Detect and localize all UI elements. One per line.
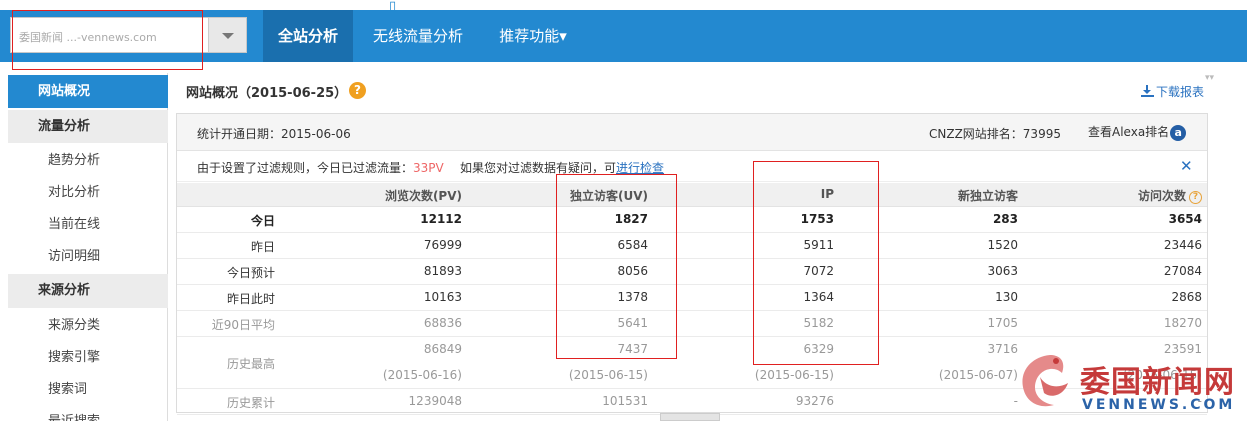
record-date: (2015-06-16)	[382, 368, 462, 382]
table-row: 今日 12112 1827 1753 283 3654	[177, 207, 1207, 233]
table-cell: 76999	[423, 238, 462, 252]
top-strip	[0, 0, 1247, 10]
sidebar-item-recent-search[interactable]: 最近搜索	[8, 406, 168, 421]
table-cell: 130	[995, 290, 1018, 304]
table-cell: 10163	[423, 290, 462, 304]
help-icon[interactable]: ?	[349, 82, 366, 99]
table-cell: 1239048	[408, 394, 462, 408]
vennews-watermark: 委国新闻网 VENNEWS.COM	[1010, 345, 1247, 421]
alexa-icon: a	[1170, 125, 1187, 141]
table-row: 昨日 76999 6584 5911 1520 23446	[177, 233, 1207, 259]
sidebar-item-search-word[interactable]: 搜索词	[8, 374, 168, 406]
sidebar-group-traffic[interactable]: 流量分析	[8, 110, 168, 143]
table-row: 昨日此时 10163 1378 1364 130 2868	[177, 285, 1207, 311]
alexa-rank-label: 查看Alexa排名	[1088, 125, 1170, 139]
table-cell: 1520	[987, 238, 1018, 252]
sidebar-item-source-category[interactable]: 来源分类	[8, 310, 168, 342]
table-cell: 2868	[1171, 290, 1202, 304]
sidebar-item-overview[interactable]: 网站概况	[8, 75, 168, 108]
page-title: 网站概况（2015-06-25）	[186, 86, 348, 101]
table-cell: 23446	[1163, 238, 1202, 252]
filter-notice: 由于设置了过滤规则，今日已过滤流量：33PV 如果您对过滤数据有疑问，可进行检查…	[177, 152, 1207, 182]
sidebar-item-search-engine[interactable]: 搜索引擎	[8, 342, 168, 374]
table-cell: 3063	[987, 264, 1018, 278]
table-cell: 12112	[420, 212, 462, 226]
tab-wireless-traffic[interactable]: 无线流量分析	[357, 10, 479, 62]
sidebar-item-compare[interactable]: 对比分析	[8, 177, 168, 209]
close-icon[interactable]: ✕	[1180, 157, 1193, 175]
col-header-pv: 浏览次数(PV)	[384, 189, 462, 203]
record-date: (2015-06-07)	[938, 368, 1018, 382]
annotation-box-site	[12, 10, 203, 70]
annotation-box-ip	[753, 161, 879, 365]
row-label: 昨日	[250, 240, 275, 254]
row-label: 昨日此时	[226, 292, 275, 306]
col-header-new-uv: 新独立访客	[957, 189, 1018, 203]
table-cell: 86849	[423, 342, 462, 356]
sidebar-item-visit-detail[interactable]: 访问明细	[8, 241, 168, 273]
annotation-box-uv	[556, 174, 677, 359]
sidebar-group-source[interactable]: 来源分析	[8, 274, 168, 308]
table-cell: 283	[992, 212, 1018, 226]
table-cell: 68836	[423, 316, 462, 330]
check-link[interactable]: 进行检查	[616, 161, 664, 175]
row-label: 历史累计	[226, 396, 275, 410]
table-cell: 1705	[987, 316, 1018, 330]
tab-site-analysis[interactable]: 全站分析	[263, 10, 353, 62]
table-header: 浏览次数(PV) 独立访客(UV) IP 新独立访客 访问次数?	[177, 183, 1207, 207]
sidebar-item-trend[interactable]: 趋势分析	[8, 145, 168, 177]
table-cell: 27084	[1163, 264, 1202, 278]
dragon-logo-icon	[1022, 355, 1068, 407]
record-date: (2015-06-15)	[754, 368, 834, 382]
table-cell: 81893	[423, 264, 462, 278]
col-header-visits: 访问次数?	[1138, 187, 1202, 204]
filter-prefix: 由于设置了过滤规则，今日已过滤流量：	[197, 161, 414, 175]
table-row: 今日预计 81893 8056 7072 3063 27084	[177, 259, 1207, 285]
watermark-cn: 委国新闻网	[1080, 365, 1235, 400]
sidebar: 网站概况 流量分析 趋势分析 对比分析 当前在线 访问明细 来源分析 来源分类 …	[8, 73, 168, 421]
sidebar-item-online[interactable]: 当前在线	[8, 209, 168, 241]
resize-corner-icon: ▾▾	[1205, 73, 1215, 83]
table-row: 近90日平均 68836 5641 5182 1705 18270	[177, 311, 1207, 337]
cnzz-rank: CNZZ网站排名：73995	[929, 127, 1061, 141]
filtered-pv: 33PV	[413, 161, 444, 175]
filter-notice-text: 由于设置了过滤规则，今日已过滤流量：33PV	[197, 159, 444, 176]
table-cell: 101531	[602, 394, 648, 408]
download-report-button[interactable]: 下载报表	[1141, 83, 1204, 100]
watermark-en: VENNEWS.COM	[1082, 397, 1236, 413]
table-cell: 18270	[1163, 316, 1202, 330]
row-label: 近90日平均	[211, 318, 275, 332]
download-icon	[1141, 85, 1154, 97]
horizontal-scrollbar[interactable]	[660, 413, 720, 421]
row-label: 今日预计	[226, 266, 275, 280]
info-bar: 统计开通日期：2015-06-06 CNZZ网站排名：73995 查看Alexa…	[177, 114, 1207, 151]
filter-question: 如果您对过滤数据有疑问，可	[460, 161, 617, 175]
table-cell: 3654	[1168, 212, 1202, 226]
chevron-down-icon[interactable]	[208, 18, 246, 52]
info-hint-icon[interactable]: ?	[1189, 191, 1202, 204]
stats-start-date: 统计开通日期：2015-06-06	[197, 127, 351, 141]
row-label: 历史最高	[226, 357, 275, 371]
row-label: 今日	[250, 214, 275, 228]
download-label: 下载报表	[1156, 85, 1205, 99]
tab-recommended[interactable]: 推荐功能▾	[484, 10, 582, 62]
col-header-visits-label: 访问次数	[1137, 189, 1186, 203]
record-date: (2015-06-15)	[568, 368, 648, 382]
table-cell: 93276	[795, 394, 834, 408]
alexa-rank-link[interactable]: 查看Alexa排名 a	[1088, 123, 1187, 141]
